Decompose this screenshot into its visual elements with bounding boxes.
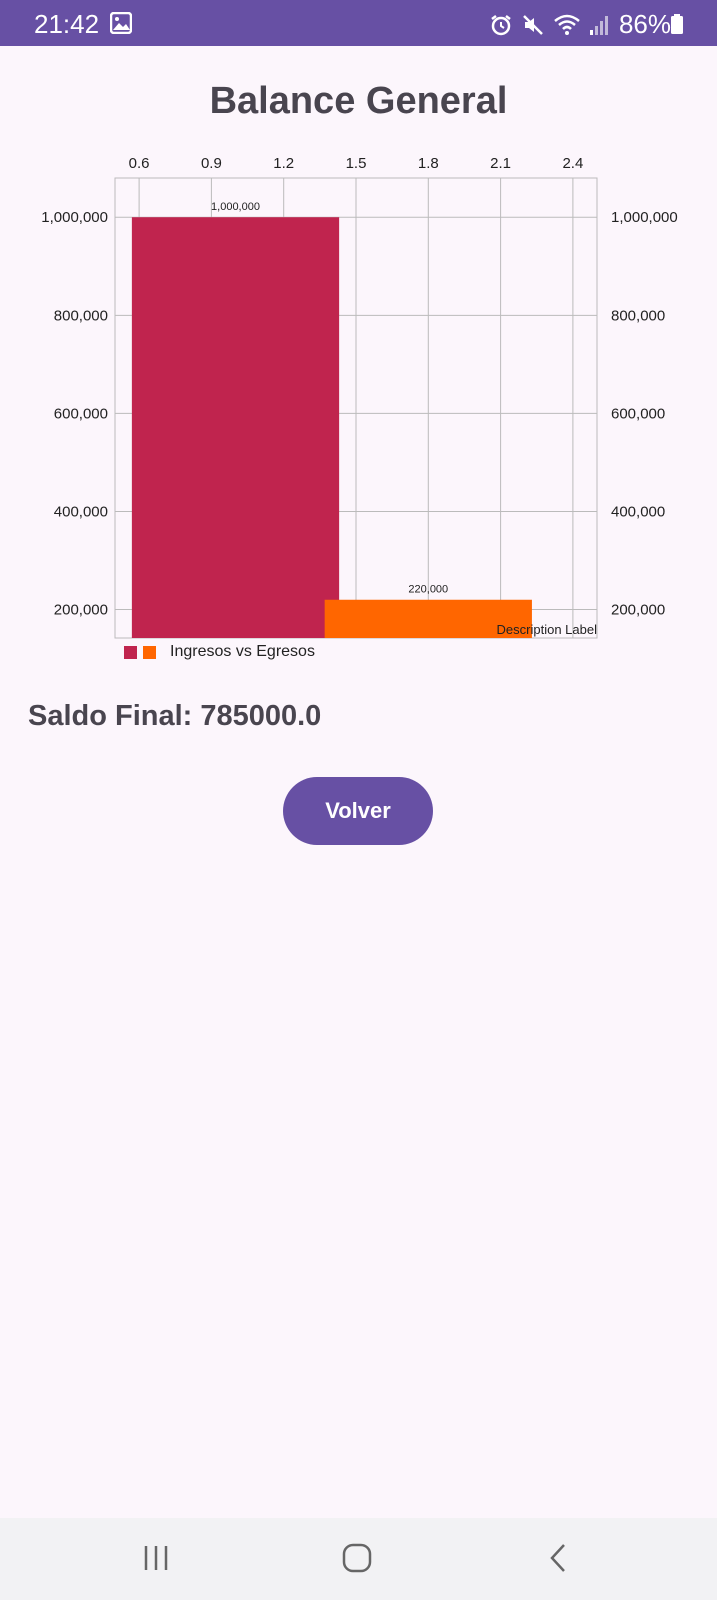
x-tick-label: 2.1 — [490, 155, 511, 172]
signal-icon — [589, 13, 611, 37]
y-tick-label-right: 1,000,000 — [611, 209, 678, 226]
alarm-icon — [489, 13, 513, 37]
bar-value-label: 220,000 — [408, 584, 448, 596]
volver-button[interactable]: Volver — [283, 777, 433, 845]
battery-icon — [671, 14, 683, 39]
chart-legend: Ingresos vs Egresos — [124, 643, 315, 661]
chart-bars — [131, 217, 532, 638]
battery-text: 86% — [618, 9, 671, 39]
bar-value-label: 1,000,000 — [211, 201, 260, 213]
y-tick-label-right: 400,000 — [611, 503, 665, 520]
x-tick-label: 0.6 — [129, 155, 150, 172]
y-tick-label-right: 200,000 — [611, 602, 665, 619]
legend-label: Ingresos vs Egresos — [170, 643, 315, 660]
y-tick-label-left: 200,000 — [54, 602, 108, 619]
wifi-icon — [553, 13, 581, 37]
back-icon[interactable] — [544, 1542, 576, 1579]
legend-swatch-egresos — [143, 645, 156, 659]
x-tick-label: 1.5 — [346, 155, 367, 172]
mute-icon — [521, 13, 545, 37]
y-tick-label-left: 400,000 — [54, 503, 108, 520]
x-tick-label: 1.8 — [418, 155, 439, 172]
saldo-value: 785000.0 — [200, 700, 322, 732]
y-tick-label-right: 600,000 — [611, 405, 665, 422]
status-icons: 86% — [489, 9, 671, 40]
bar-ingresos — [131, 217, 340, 638]
x-tick-label: 0.9 — [201, 155, 222, 172]
y-tick-label-right: 800,000 — [611, 307, 665, 324]
chart-description: Description Label — [497, 622, 598, 637]
navigation-bar — [0, 1518, 717, 1600]
x-tick-label: 2.4 — [562, 155, 583, 172]
page-title: Balance General — [209, 80, 508, 122]
saldo-label: Saldo Final: — [28, 700, 193, 732]
recent-apps-icon[interactable] — [140, 1542, 172, 1579]
bar-chart: 0.6 0.9 1.2 1.5 1.8 2.1 2.4 1,000,000 1,000,000 8… — [41, 155, 678, 639]
status-bar: 21:42 86% — [0, 0, 717, 46]
x-tick-label: 1.2 — [273, 155, 294, 172]
y-tick-label-left: 600,000 — [54, 405, 108, 422]
gallery-icon — [109, 11, 133, 39]
y-tick-label-left: 1,000,000 — [41, 209, 108, 226]
y-tick-label-left: 800,000 — [54, 307, 108, 324]
status-time: 21:42 — [34, 9, 100, 39]
home-icon[interactable] — [341, 1542, 373, 1579]
saldo-final: Saldo Final: 785000.0 — [28, 700, 329, 733]
legend-swatch-ingresos — [124, 645, 137, 659]
